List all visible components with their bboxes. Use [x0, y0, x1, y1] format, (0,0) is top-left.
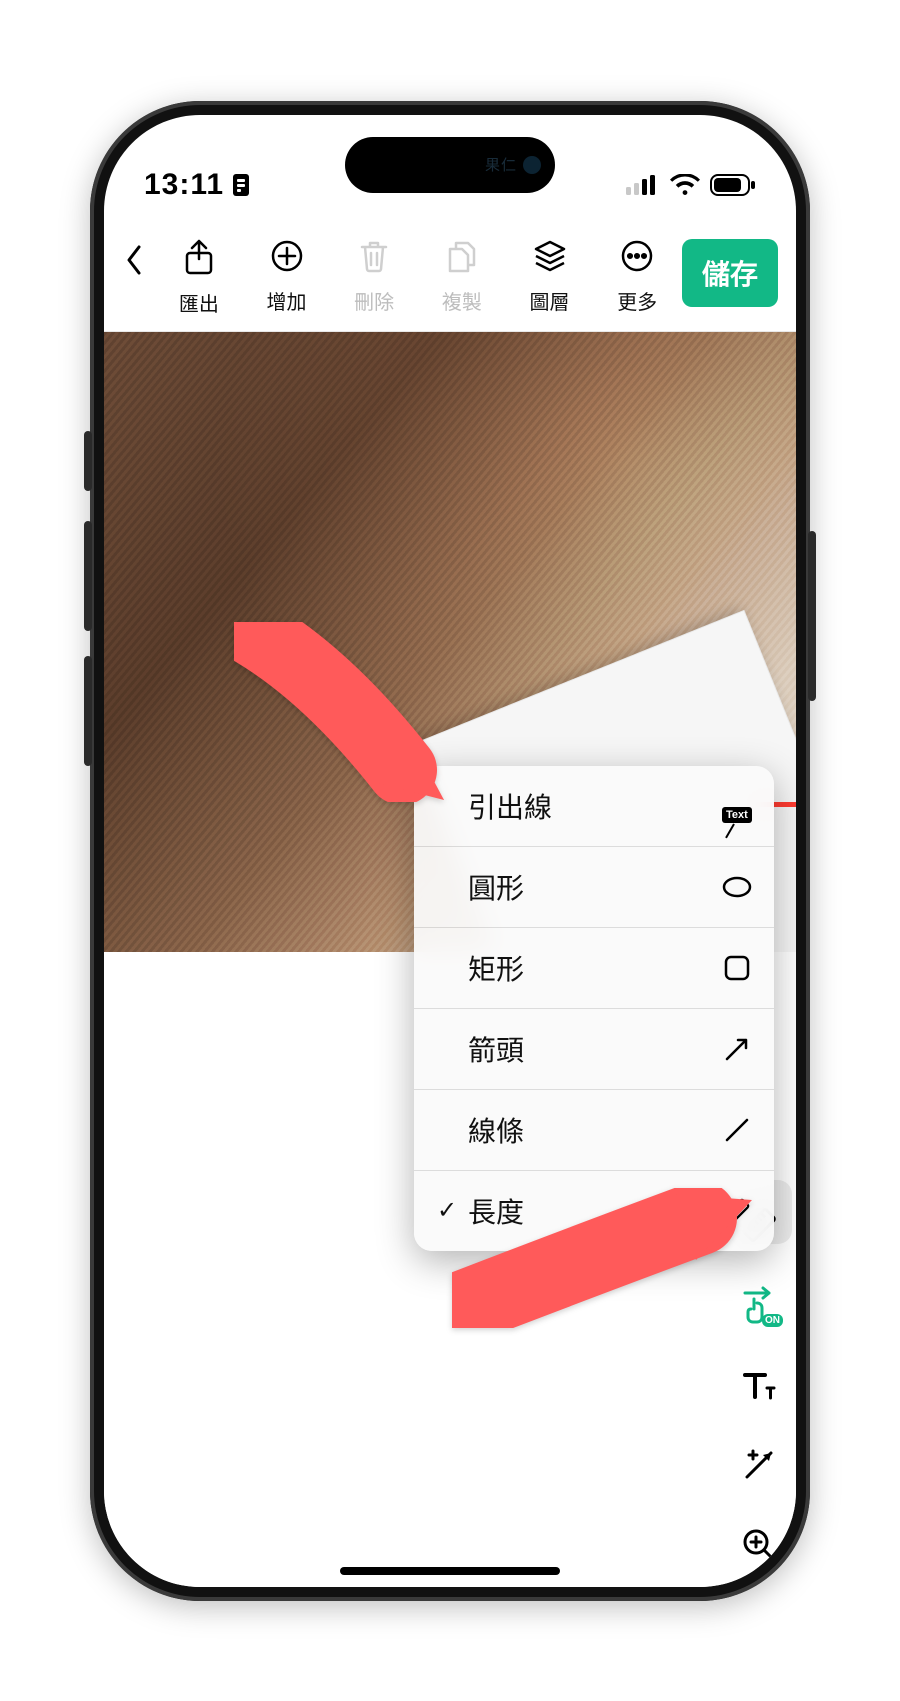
dynamic-island: 果仁: [345, 137, 555, 193]
side-tool-zoom-in[interactable]: [736, 1522, 782, 1568]
callout-text-icon: Text: [722, 791, 752, 821]
menu-item-arrow[interactable]: 箭頭: [414, 1009, 774, 1090]
toolbar-delete-label: 刪除: [354, 286, 394, 315]
toolbar-layers[interactable]: 圖層: [507, 239, 593, 315]
phone-side-button: [84, 431, 92, 491]
side-tool-text[interactable]: [736, 1362, 782, 1408]
sim-icon: [232, 173, 250, 197]
save-button[interactable]: 儲存: [682, 239, 778, 307]
shape-context-menu: 引出線 Text 圓形: [414, 766, 774, 1251]
phone-volume-up: [84, 521, 92, 631]
back-button[interactable]: [114, 239, 154, 275]
wifi-icon: [670, 174, 700, 196]
menu-item-callout[interactable]: 引出線 Text: [414, 766, 774, 847]
status-right: [626, 174, 756, 196]
arrow-icon: [722, 1034, 752, 1064]
cellular-icon: [626, 175, 660, 195]
status-time: 13:11: [144, 168, 224, 202]
toolbar: 匯出 增加 刪除: [104, 215, 796, 332]
trash-icon: [359, 239, 389, 278]
save-button-label: 儲存: [702, 253, 758, 293]
menu-item-line[interactable]: 線條: [414, 1090, 774, 1171]
annotation-arrow-to-menu: [234, 622, 444, 802]
canvas-area[interactable]: 引出線 Text 圓形: [104, 332, 796, 1587]
menu-item-label: 圓形: [468, 867, 524, 907]
more-icon: [620, 239, 654, 278]
ellipse-icon: [722, 872, 752, 902]
toolbar-add[interactable]: 增加: [244, 239, 330, 315]
island-label: 果仁: [485, 154, 517, 175]
island-camera-dot: [523, 156, 541, 174]
layers-icon: [533, 239, 567, 278]
phone-frame: 果仁 13:11: [90, 101, 810, 1601]
toolbar-add-label: 增加: [267, 286, 307, 315]
stage: 果仁 13:11: [0, 0, 900, 1701]
phone-power-button: [808, 531, 816, 701]
menu-item-ellipse[interactable]: 圓形: [414, 847, 774, 928]
annotation-arrow-to-tool: [452, 1188, 752, 1328]
line-icon: [722, 1115, 752, 1145]
menu-item-label: 箭頭: [468, 1029, 524, 1069]
toolbar-duplicate-label: 複製: [442, 286, 482, 315]
callout-badge-text: Text: [722, 807, 752, 823]
swipe-on-badge: ON: [762, 1314, 783, 1327]
share-icon: [183, 239, 215, 280]
toolbar-more[interactable]: 更多: [594, 239, 680, 315]
menu-item-rectangle[interactable]: 矩形: [414, 928, 774, 1009]
toolbar-export-label: 匯出: [179, 288, 219, 317]
duplicate-icon: [447, 239, 477, 278]
screen: 果仁 13:11: [104, 115, 796, 1587]
toolbar-layers-label: 圖層: [530, 286, 570, 315]
menu-item-label: 引出線: [468, 786, 552, 826]
menu-item-label: 矩形: [468, 948, 524, 988]
menu-item-label: 線條: [468, 1110, 524, 1150]
battery-icon: [710, 174, 756, 196]
plus-circle-icon: [270, 239, 304, 278]
side-tool-measure-add[interactable]: [736, 1442, 782, 1488]
toolbar-duplicate: 複製: [419, 239, 505, 315]
home-indicator[interactable]: [340, 1567, 560, 1575]
status-left: 13:11: [144, 168, 250, 202]
rectangle-icon: [722, 953, 752, 983]
toolbar-more-label: 更多: [617, 286, 657, 315]
toolbar-delete: 刪除: [331, 239, 417, 315]
phone-volume-down: [84, 656, 92, 766]
toolbar-export[interactable]: 匯出: [156, 239, 242, 317]
